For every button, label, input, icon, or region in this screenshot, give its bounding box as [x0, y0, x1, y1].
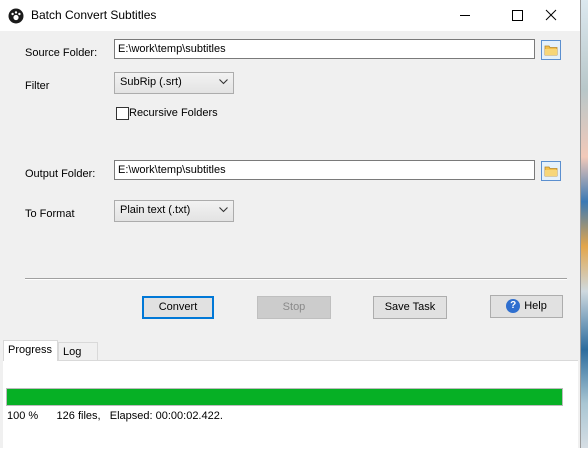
source-folder-label: Source Folder:	[25, 47, 98, 59]
close-icon	[545, 9, 557, 21]
minimize-button[interactable]	[442, 0, 488, 31]
output-folder-input[interactable]	[114, 160, 535, 180]
folder-icon	[544, 166, 558, 177]
recursive-folders-label[interactable]: Recursive Folders	[129, 107, 218, 119]
filter-label: Filter	[25, 80, 50, 92]
to-format-select[interactable]: Plain text (.txt)	[114, 200, 234, 222]
recursive-folders-checkbox[interactable]	[116, 107, 129, 120]
progress-bar	[6, 388, 563, 406]
desktop-background-strip	[581, 0, 588, 448]
chevron-down-icon	[219, 207, 228, 213]
window-title: Batch Convert Subtitles	[31, 8, 157, 22]
to-format-label: To Format	[25, 208, 75, 220]
title-bar[interactable]: Batch Convert Subtitles	[0, 0, 580, 31]
stop-button[interactable]: Stop	[257, 296, 331, 319]
progress-bar-fill	[7, 389, 562, 405]
output-folder-browse-button[interactable]	[541, 161, 561, 181]
minimize-icon	[460, 15, 470, 16]
separator	[25, 278, 567, 280]
chevron-down-icon	[219, 79, 228, 85]
maximize-icon	[512, 10, 523, 21]
convert-button[interactable]: Convert	[142, 296, 214, 319]
file-count: 126 files,	[56, 410, 101, 422]
progress-percent: 100 %	[7, 410, 39, 422]
close-button[interactable]	[536, 0, 582, 31]
folder-icon	[544, 45, 558, 56]
source-folder-browse-button[interactable]	[541, 40, 561, 60]
help-button[interactable]: ? Help	[490, 295, 563, 318]
elapsed-time: Elapsed: 00:00:02.422.	[109, 410, 223, 422]
filter-selected-value: SubRip (.srt)	[120, 76, 182, 88]
output-folder-label: Output Folder:	[25, 168, 96, 180]
tab-log[interactable]: Log	[58, 342, 98, 361]
save-task-button[interactable]: Save Task	[373, 296, 447, 319]
to-format-selected-value: Plain text (.txt)	[120, 204, 191, 216]
status-line: 100 % 126 files, Elapsed: 00:00:02.422.	[7, 410, 223, 422]
tab-progress[interactable]: Progress	[3, 340, 58, 361]
batch-convert-window: Batch Convert Subtitles Source Folder: F…	[0, 0, 581, 449]
app-icon	[8, 8, 24, 24]
source-folder-input[interactable]	[114, 39, 535, 59]
maximize-button[interactable]	[492, 0, 538, 31]
help-icon: ?	[506, 299, 521, 314]
help-button-label: Help	[524, 300, 547, 312]
filter-select[interactable]: SubRip (.srt)	[114, 72, 234, 94]
